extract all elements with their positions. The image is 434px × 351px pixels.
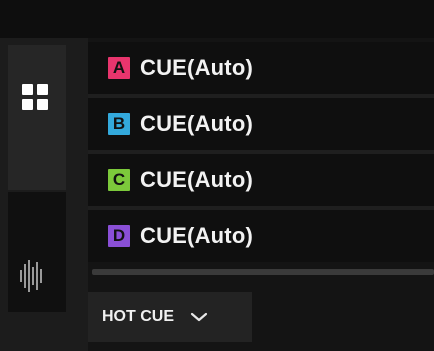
rail-waveform-tab[interactable]: [8, 192, 66, 312]
hot-cue-dropdown[interactable]: HOT CUE: [88, 292, 252, 342]
cue-letter-badge: C: [108, 169, 130, 191]
top-bar: [0, 0, 434, 38]
cue-label: CUE(Auto): [140, 223, 253, 248]
grid-cell: [22, 84, 33, 95]
grid-cell: [37, 99, 48, 110]
grid-cell: [37, 84, 48, 95]
cue-letter-badge: A: [108, 57, 130, 79]
grid-cell: [22, 99, 33, 110]
hot-cue-row-c[interactable]: C CUE(Auto): [88, 154, 434, 206]
cue-label: CUE(Auto): [140, 111, 253, 136]
hot-cue-panel: A CUE(Auto) B CUE(Auto) C CUE(Auto) D CU…: [0, 0, 434, 351]
hot-cue-row-a[interactable]: A CUE(Auto): [88, 42, 434, 94]
cue-letter-badge: B: [108, 113, 130, 135]
rail-grid-tab[interactable]: [8, 45, 66, 190]
waveform-icon[interactable]: [18, 258, 48, 294]
horizontal-scrollbar[interactable]: [92, 269, 434, 275]
cue-letter-badge: D: [108, 225, 130, 247]
hot-cue-row-d[interactable]: D CUE(Auto): [88, 210, 434, 262]
cue-label: CUE(Auto): [140, 167, 253, 192]
cue-label: CUE(Auto): [140, 55, 253, 80]
dropdown-label: HOT CUE: [102, 308, 174, 325]
grid-icon[interactable]: [22, 84, 48, 110]
hot-cue-row-b[interactable]: B CUE(Auto): [88, 98, 434, 150]
chevron-down-icon: [190, 312, 208, 322]
